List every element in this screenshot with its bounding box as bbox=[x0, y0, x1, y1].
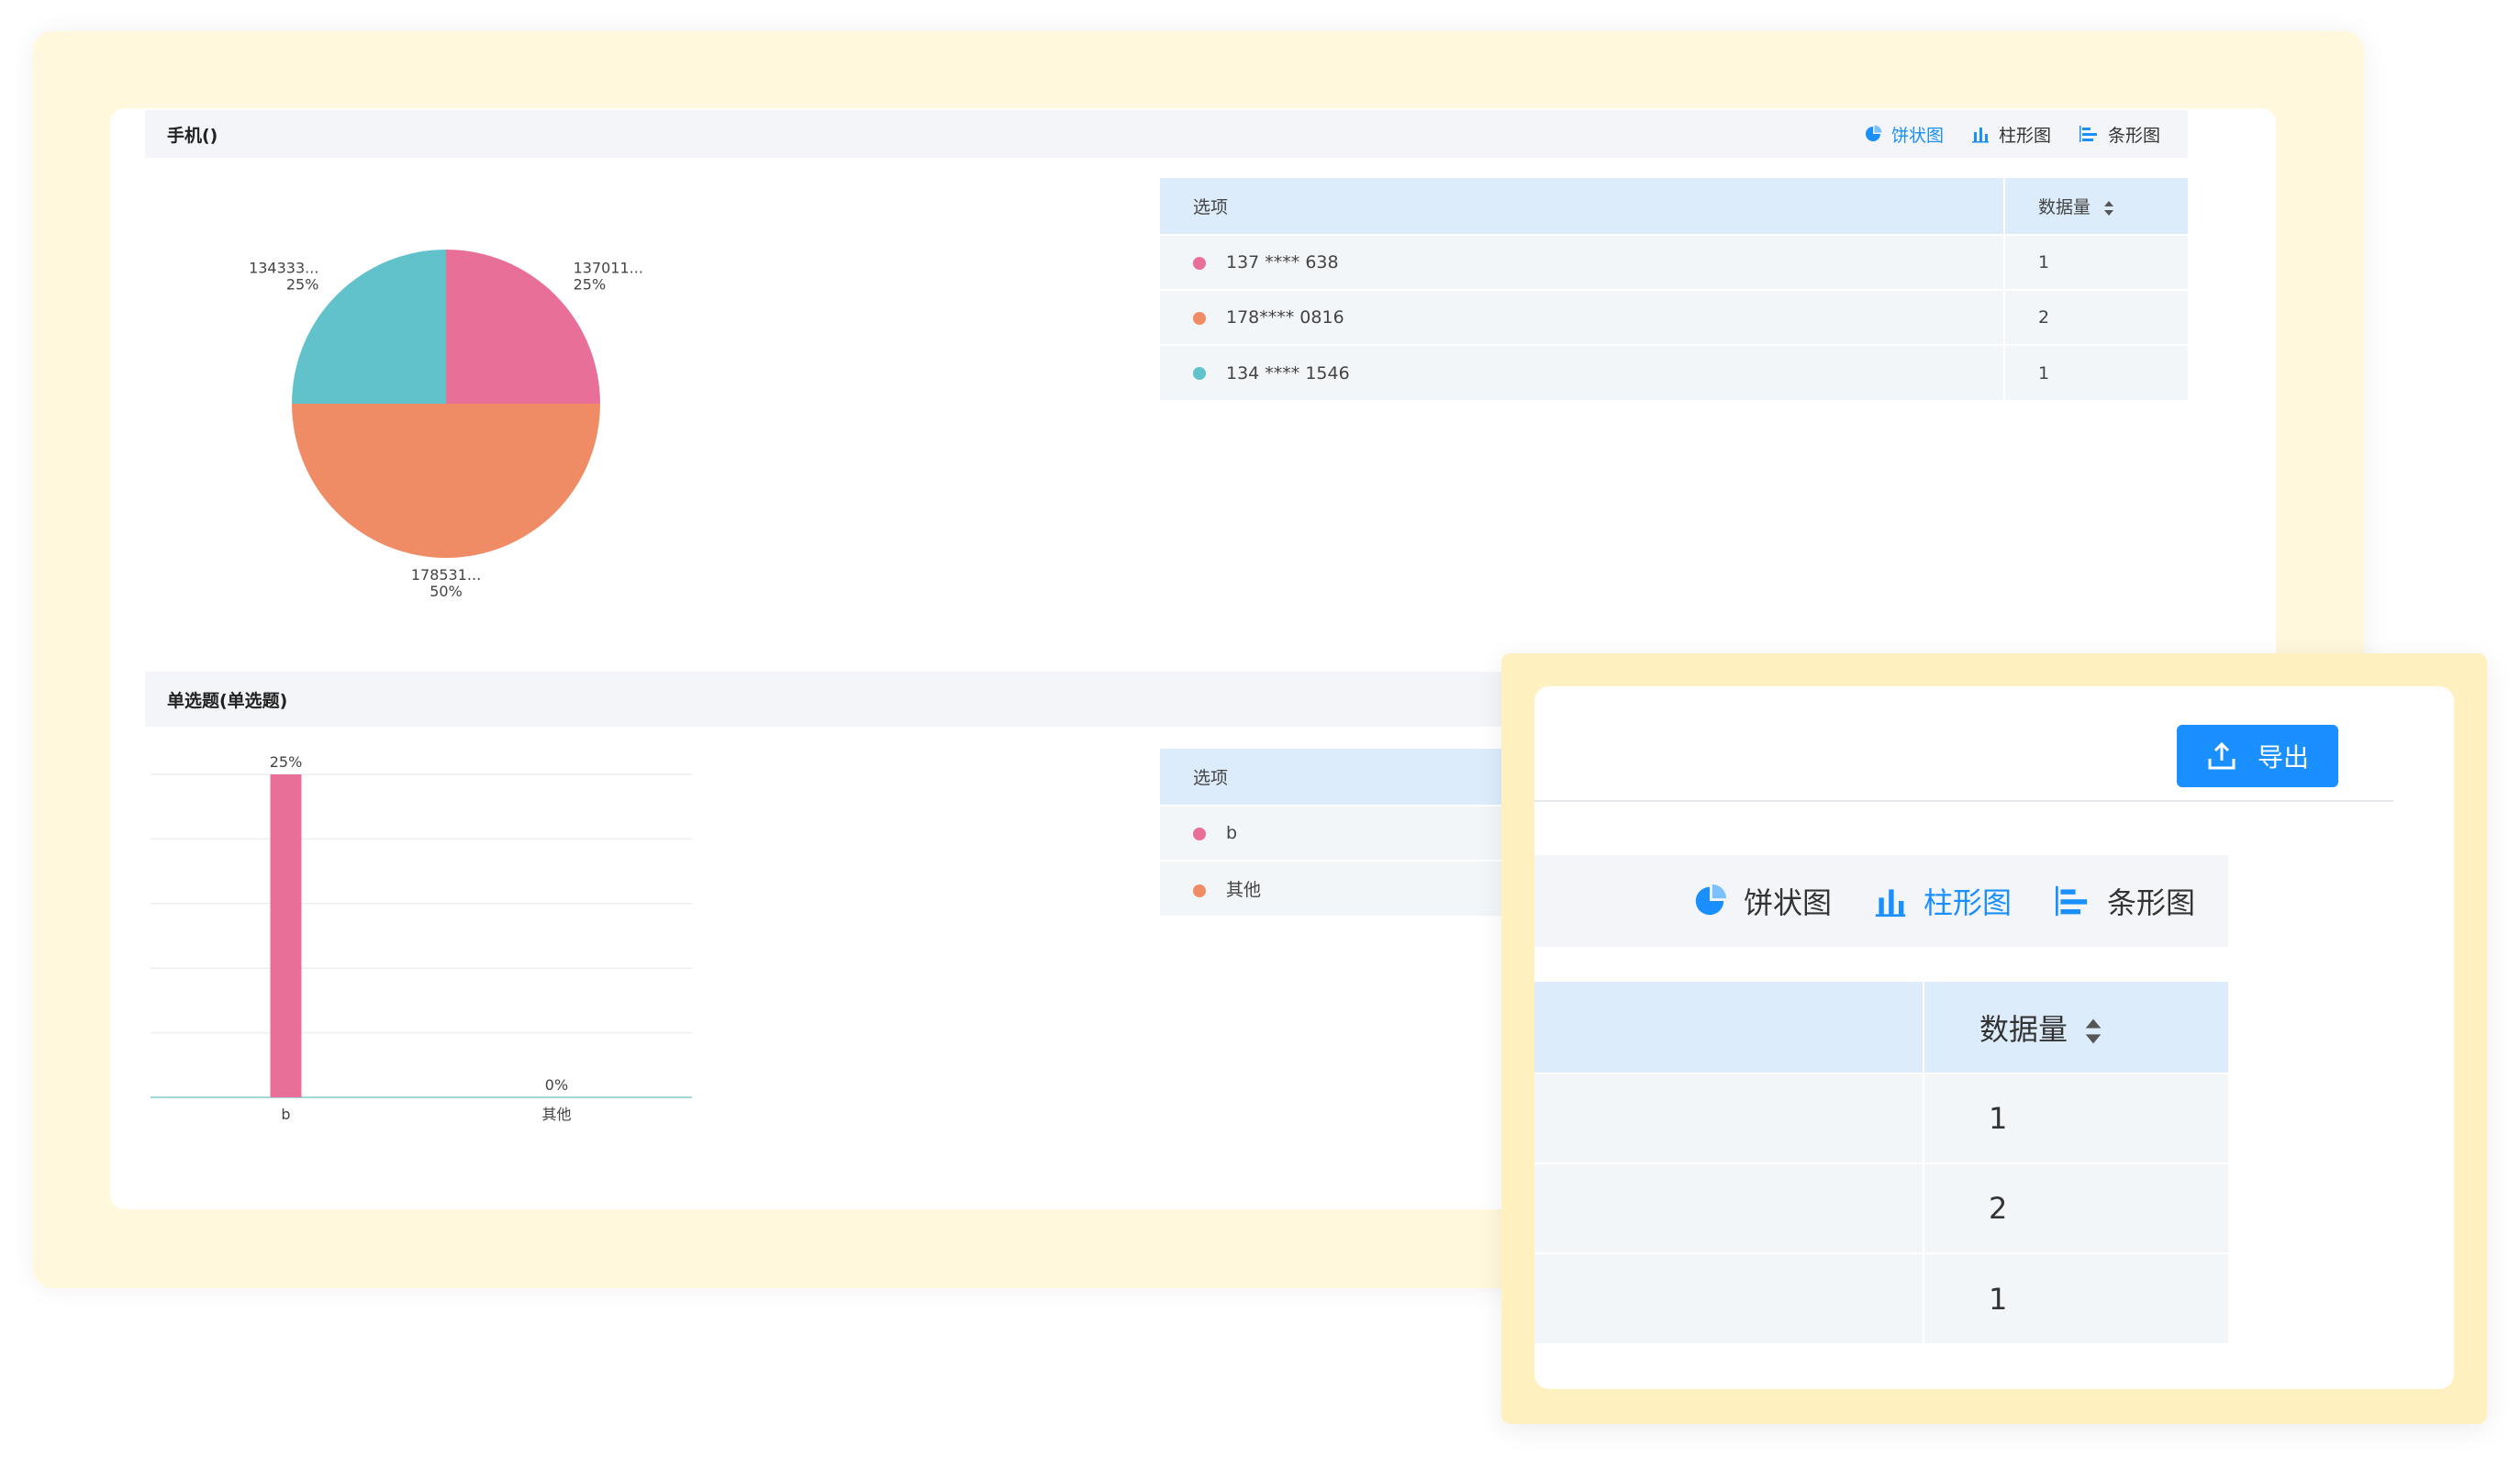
legend-dot bbox=[1193, 367, 1206, 380]
pie-slice-percent: 25% bbox=[286, 275, 319, 293]
pie-slice-label: 137011... bbox=[574, 259, 643, 276]
switch-horizontal-bar[interactable]: 条形图 bbox=[2054, 880, 2195, 922]
table-row: 178**** 0816 2 bbox=[1160, 289, 2188, 345]
pie-slice-label: 178531... bbox=[411, 566, 481, 584]
pie-chart-icon bbox=[1695, 884, 1727, 916]
bar-data-label: 0% bbox=[545, 1076, 568, 1094]
pie-slice-percent: 25% bbox=[574, 275, 607, 293]
column-header-option: 选项 bbox=[1160, 178, 2004, 235]
table-row: 1 bbox=[1534, 1073, 2228, 1163]
switch-bar[interactable]: 柱形图 bbox=[1874, 880, 2012, 922]
option-text: 134 **** 1546 bbox=[1226, 362, 1350, 384]
bar-chart-icon bbox=[1971, 128, 1989, 143]
option-text: b bbox=[1226, 823, 1238, 843]
bar-chart-icon bbox=[1875, 889, 1906, 918]
legend-dot bbox=[1193, 311, 1206, 325]
count-cell: 1 bbox=[2003, 234, 2188, 290]
switch-pie-label: 饼状图 bbox=[1890, 125, 1944, 146]
count-cell: 2 bbox=[1923, 1162, 2228, 1253]
bar-chart: 25% b 0% 其他 bbox=[151, 753, 692, 1123]
table-row: 1 bbox=[1534, 1252, 2228, 1343]
switch-bar[interactable]: 柱形图 bbox=[1971, 122, 2051, 147]
column-header-option-blank bbox=[1534, 982, 1923, 1073]
sort-icon[interactable] bbox=[2103, 200, 2114, 217]
table-row: 134 **** 1546 1 bbox=[1160, 344, 2188, 400]
count-cell: 1 bbox=[1923, 1252, 2228, 1343]
chart-type-switch-zoomed: 饼状图 柱形图 条形图 bbox=[1534, 855, 2228, 947]
x-tick-label: b bbox=[281, 1106, 290, 1123]
bar[interactable] bbox=[270, 774, 302, 1097]
table-row: b bbox=[1160, 805, 1545, 861]
pie-slice-label: 134333... bbox=[249, 259, 318, 276]
upload-icon bbox=[2208, 741, 2236, 770]
table-row: 2 bbox=[1534, 1162, 2228, 1253]
switch-horizontal-bar-label: 条形图 bbox=[2106, 885, 2195, 920]
switch-bar-label: 柱形图 bbox=[1923, 885, 2012, 920]
pie-slice[interactable] bbox=[292, 404, 600, 558]
column-header-count-label: 数据量 bbox=[2038, 197, 2091, 217]
zoom-overlay-card: 导出 饼状图 柱形图 条形图 数据量 1 2 1 bbox=[1534, 686, 2454, 1389]
switch-pie[interactable]: 饼状图 bbox=[1692, 880, 1832, 922]
export-button[interactable]: 导出 bbox=[2177, 725, 2338, 787]
zoomed-count-table: 数据量 1 2 1 bbox=[1534, 982, 2228, 1343]
switch-pie-label: 饼状图 bbox=[1743, 885, 1832, 920]
switch-horizontal-bar-label: 条形图 bbox=[2107, 125, 2160, 146]
section-title: 手机() bbox=[167, 125, 218, 146]
switch-bar-label: 柱形图 bbox=[1998, 125, 2051, 146]
pie-slice-percent: 50% bbox=[429, 583, 463, 596]
divider bbox=[1534, 800, 2393, 802]
count-cell: 1 bbox=[1923, 1073, 2228, 1163]
x-tick-label: 其他 bbox=[541, 1106, 571, 1123]
pie-chart: 137011...25%178531...50%134333...25% bbox=[249, 250, 643, 596]
option-text: 137 **** 638 bbox=[1226, 252, 1339, 272]
sort-icon[interactable] bbox=[2084, 1017, 2102, 1046]
column-header-option: 选项 bbox=[1160, 749, 1545, 806]
table-header-row: 选项 数据量 bbox=[1160, 178, 2188, 235]
table-row: 137 **** 638 1 bbox=[1160, 234, 2188, 290]
column-header-count[interactable]: 数据量 bbox=[1923, 982, 2228, 1073]
pie-chart-icon bbox=[1865, 125, 1882, 141]
option-text: 其他 bbox=[1226, 880, 1262, 900]
section-title: 单选题(单选题) bbox=[167, 690, 288, 711]
section-header-phone: 手机() 饼状图 柱形图 条形图 bbox=[145, 110, 2188, 158]
options-table-single-choice: 选项 b 其他 bbox=[1160, 749, 1545, 916]
horizontal-bar-icon bbox=[2055, 885, 2088, 917]
chart-type-switch: 饼状图 柱形图 条形图 bbox=[1864, 110, 2160, 158]
export-label: 导出 bbox=[2257, 742, 2309, 773]
table-header-row: 数据量 bbox=[1534, 982, 2228, 1073]
table-header-row: 选项 bbox=[1160, 749, 1545, 806]
count-cell: 2 bbox=[2003, 289, 2188, 345]
column-header-count[interactable]: 数据量 bbox=[2003, 178, 2188, 235]
legend-dot bbox=[1193, 827, 1206, 840]
table-row: 其他 bbox=[1160, 860, 1545, 916]
column-header-count-label: 数据量 bbox=[1979, 1011, 2068, 1047]
options-table-phone: 选项 数据量 137 **** 638 1 178**** 0816 2 134… bbox=[1160, 178, 2188, 400]
switch-pie[interactable]: 饼状图 bbox=[1864, 122, 1944, 147]
legend-dot bbox=[1193, 884, 1206, 897]
legend-dot bbox=[1193, 256, 1206, 270]
switch-horizontal-bar[interactable]: 条形图 bbox=[2079, 122, 2160, 147]
option-text: 178**** 0816 bbox=[1226, 307, 1344, 328]
horizontal-bar-icon bbox=[2079, 126, 2097, 142]
count-cell: 1 bbox=[2003, 344, 2188, 400]
bar-data-label: 25% bbox=[270, 753, 303, 771]
